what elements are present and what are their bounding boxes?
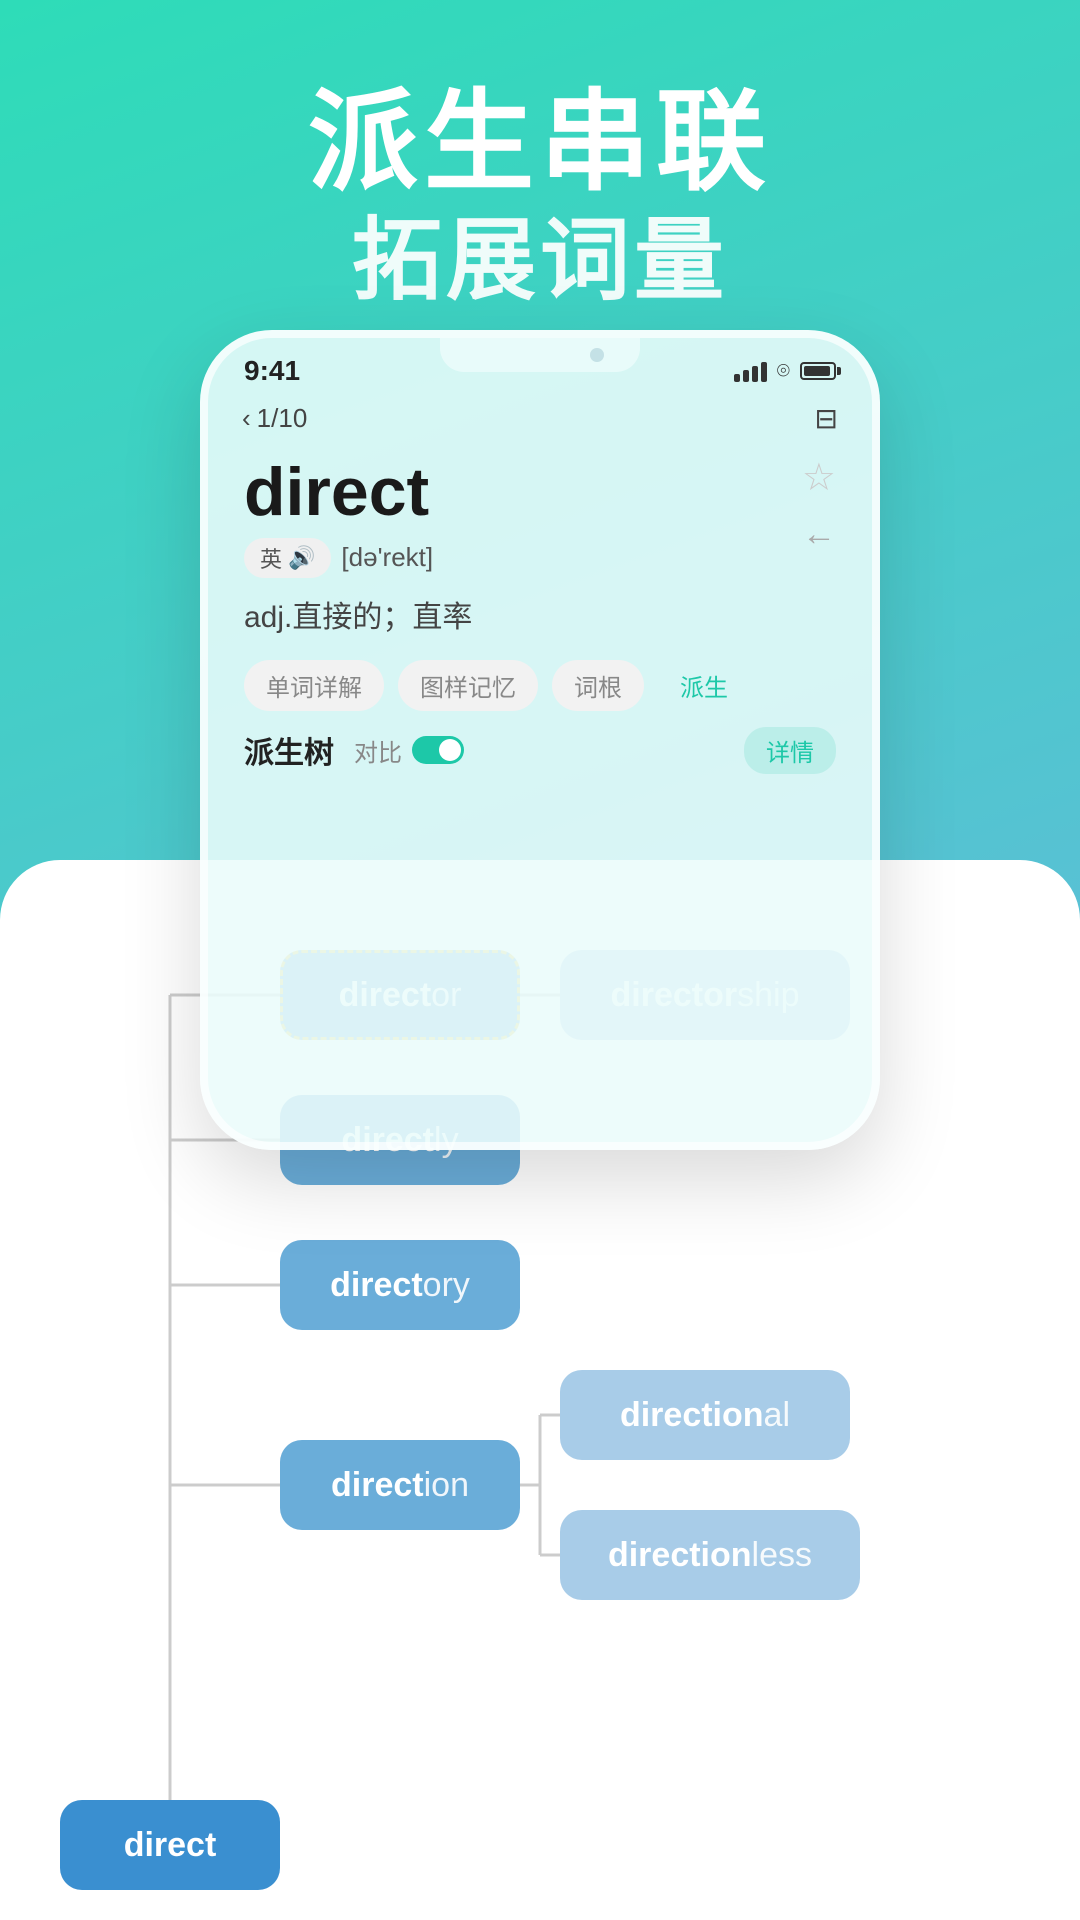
node-directional[interactable]: directional — [560, 1370, 850, 1460]
node-directionless[interactable]: directionless — [560, 1510, 860, 1600]
contrast-toggle[interactable] — [412, 736, 464, 764]
tab-root[interactable]: 词根 — [552, 660, 644, 711]
back-arrow-icon[interactable]: ← — [802, 515, 836, 554]
status-icons: ⌾ — [734, 358, 836, 384]
word-phonetic: 英 🔊 [də'rekt] — [244, 538, 836, 578]
detail-button[interactable]: 详情 — [744, 727, 836, 774]
contrast-label: 对比 — [354, 733, 402, 768]
star-icon[interactable]: ☆ — [802, 455, 836, 500]
hero-line1: 派生串联 — [0, 80, 1080, 207]
tab-word-detail[interactable]: 单词详解 — [244, 660, 384, 711]
contrast-row: 对比 — [354, 733, 464, 768]
node-directory[interactable]: directory — [280, 1240, 520, 1330]
camera-dot — [590, 348, 604, 362]
phonetic-text: [də'rekt] — [341, 542, 433, 573]
tab-derivative[interactable]: 派生 — [658, 660, 750, 711]
node-direction[interactable]: direction — [280, 1440, 520, 1530]
nav-back-button[interactable]: ‹ 1/10 — [242, 403, 307, 434]
nav-bar: ‹ 1/10 ⊟ — [208, 392, 872, 445]
signal-icon — [734, 360, 767, 382]
derivative-section: 派生树 对比 详情 — [208, 711, 872, 774]
toggle-knob — [439, 739, 461, 761]
phone-frame: 9:41 ⌾ ‹ 1/10 ⊟ — [200, 330, 880, 1150]
battery-icon — [800, 362, 836, 380]
node-direct[interactable]: direct — [60, 1800, 280, 1890]
word-meaning: adj.直接的；直率 — [244, 592, 836, 636]
word-section: direct ☆ ← 英 🔊 [də'rekt] adj.直接的；直率 — [208, 445, 872, 636]
status-time: 9:41 — [244, 355, 300, 387]
phonetic-badge[interactable]: 英 🔊 — [244, 538, 331, 578]
wifi-icon: ⌾ — [777, 358, 790, 384]
word-title: direct — [244, 455, 836, 530]
speaker-icon: 🔊 — [288, 545, 315, 571]
hero-line2: 拓展词量 — [0, 207, 1080, 315]
filter-icon[interactable]: ⊟ — [815, 402, 838, 435]
derivative-label: 派生树 — [244, 728, 334, 772]
chevron-left-icon: ‹ — [242, 403, 251, 434]
tab-image-memory[interactable]: 图样记忆 — [398, 660, 538, 711]
page-counter: 1/10 — [257, 403, 308, 434]
phone-notch — [440, 338, 640, 372]
tabs-row: 单词详解 图样记忆 词根 派生 — [208, 636, 872, 711]
lang-label: 英 — [260, 542, 282, 574]
